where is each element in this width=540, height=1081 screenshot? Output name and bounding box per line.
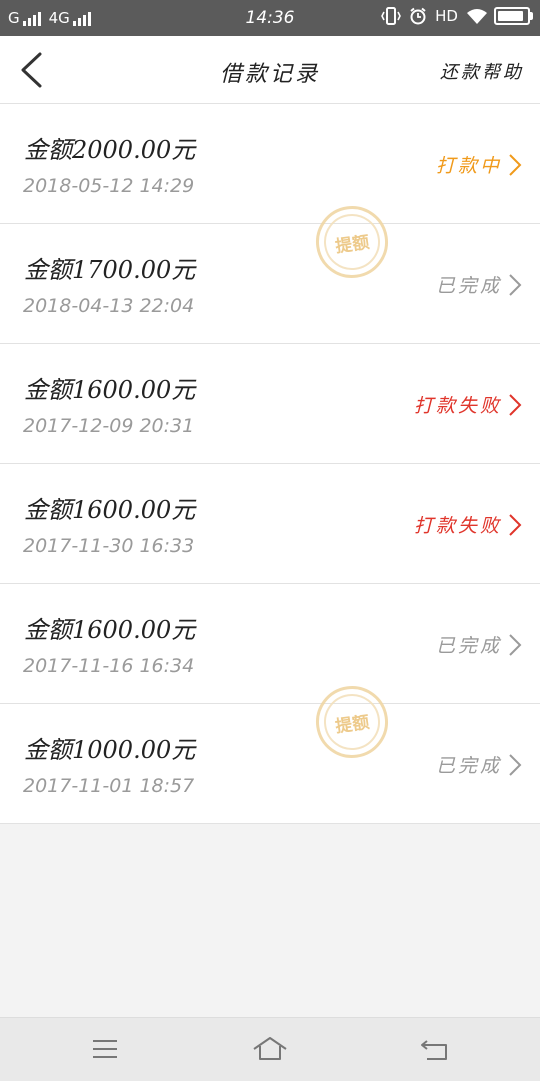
record-date: 2018-05-12 14:29 [23,175,195,197]
chevron-right-icon [509,633,522,656]
record-status: 打款中 [436,151,522,178]
stamp-label: 提额 [334,712,371,737]
wifi-icon [466,8,488,25]
chevron-right-icon [509,153,522,176]
loan-record-row[interactable]: 金额1000.00元 2017-11-01 18:57 已完成 [0,704,540,824]
return-button[interactable] [418,1034,452,1064]
loan-record-row[interactable]: 金额1600.00元 2017-12-09 20:31 打款失败 [0,344,540,464]
home-icon [253,1037,287,1060]
record-amount: 金额1600.00元 [24,496,196,524]
record-status-label: 打款失败 [413,515,502,537]
record-date: 2017-11-16 16:34 [23,655,195,677]
back-button[interactable] [14,50,54,90]
status-bar-right: HD [373,7,533,25]
app-header: 借款记录 还款帮助 [0,36,540,104]
record-status-label: 已完成 [435,755,502,777]
return-icon [421,1040,447,1060]
loan-record-row[interactable]: 金额2000.00元 2018-05-12 14:29 打款中 [0,104,540,224]
record-amount: 金额1700.00元 [24,256,196,284]
loan-record-row[interactable]: 金额1600.00元 2017-11-30 16:33 打款失败 [0,464,540,584]
repayment-help-link[interactable]: 还款帮助 [440,58,524,84]
loan-record-row[interactable]: 金额1700.00元 2018-04-13 22:04 已完成 [0,224,540,344]
home-button[interactable] [252,1034,287,1064]
menu-button[interactable] [88,1034,122,1064]
record-amount: 金额1600.00元 [24,616,196,644]
record-status: 打款失败 [414,511,522,538]
system-nav-bar [0,1017,540,1081]
battery-level [498,11,523,21]
record-date: 2017-11-30 16:33 [23,535,195,557]
record-status: 打款失败 [414,391,522,418]
chevron-right-icon [509,393,522,416]
record-amount: 金额1600.00元 [24,376,196,404]
record-status: 已完成 [436,751,522,778]
status-bar: G 4G 14:36 HD [0,0,540,36]
record-amount: 金额1000.00元 [24,736,196,764]
battery-icon [494,7,533,25]
chevron-right-icon [509,753,522,776]
record-date: 2018-04-13 22:04 [23,295,195,317]
record-status-label: 打款失败 [413,395,502,417]
chevron-right-icon [509,273,522,296]
record-date: 2017-12-09 20:31 [23,415,195,437]
loan-record-row[interactable]: 金额1600.00元 2017-11-16 16:34 已完成 [0,584,540,704]
chevron-right-icon [509,513,522,536]
record-status-label: 打款中 [435,155,502,177]
hd-label: HD [435,7,458,25]
record-status-label: 已完成 [435,275,502,297]
menu-icon [93,1040,117,1058]
stamp-label: 提额 [334,232,371,257]
record-status-label: 已完成 [435,635,502,657]
record-amount: 金额2000.00元 [24,136,196,164]
alarm-icon [409,7,427,25]
record-status: 已完成 [436,631,522,658]
record-status: 已完成 [436,271,522,298]
loan-record-list: 金额2000.00元 2018-05-12 14:29 打款中金额1700.00元 2… [0,104,540,824]
vibrate-icon [381,7,402,25]
back-arrow-icon [21,52,42,88]
record-date: 2017-11-01 18:57 [23,775,195,797]
